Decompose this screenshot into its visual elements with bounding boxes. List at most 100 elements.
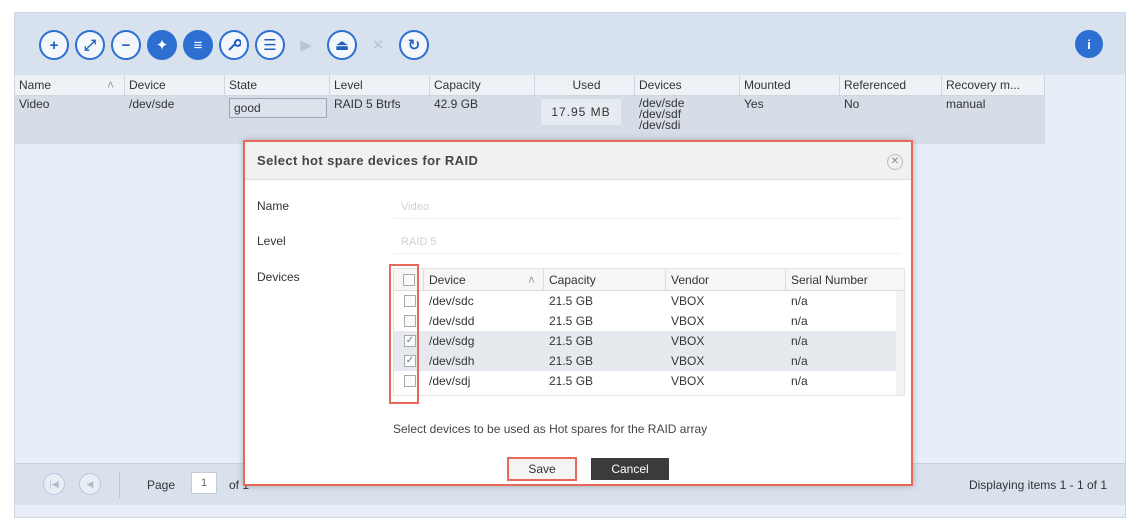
toolbar: + ⤢ − ✦ ≡ ☰ ▶ ⏏ ✕ ↻ i <box>15 13 1125 75</box>
cell-referenced: No <box>844 97 860 111</box>
device-row-sdc[interactable]: /dev/sdc 21.5 GB VBOX n/a <box>394 291 904 311</box>
puzzle-icon: ✦ <box>155 37 169 54</box>
remove-button[interactable]: − <box>111 30 141 60</box>
name-field[interactable]: Video <box>393 195 901 219</box>
column-used[interactable]: Used <box>535 75 635 96</box>
column-label: State <box>229 78 258 92</box>
prev-page-button[interactable]: ◀ <box>79 473 101 495</box>
device-row-sdj[interactable]: /dev/sdj 21.5 GB VBOX n/a <box>394 371 904 391</box>
list-icon: ☰ <box>263 37 277 54</box>
prev-page-icon: ◀ <box>86 479 94 489</box>
sort-icon: ˄ <box>528 273 536 287</box>
cell-capacity: 21.5 GB <box>549 334 594 348</box>
cell-device: /dev/sdh <box>429 354 475 368</box>
plugin-button[interactable]: ✦ <box>147 30 177 60</box>
cell-capacity: 21.5 GB <box>549 314 594 328</box>
save-button[interactable]: Save <box>507 457 577 481</box>
cell-device: /dev/sdj <box>429 374 471 388</box>
cell-mounted: Yes <box>744 97 764 111</box>
device-row-sdd[interactable]: /dev/sdd 21.5 GB VBOX n/a <box>394 311 904 331</box>
sort-icon: ˄ <box>107 78 115 92</box>
column-label: Device <box>129 78 166 92</box>
name-label: Name <box>257 199 290 213</box>
storage-button[interactable]: ≡ <box>183 30 213 60</box>
app-frame: + ⤢ − ✦ ≡ ☰ ▶ ⏏ ✕ ↻ i Name ˄ Device Stat… <box>14 12 1126 518</box>
tools-button[interactable] <box>219 30 249 60</box>
cell-name: Video <box>19 97 50 111</box>
cell-vendor: VBOX <box>671 334 705 348</box>
close-icon[interactable]: ✕ <box>887 154 903 170</box>
column-label: Capacity <box>549 273 596 287</box>
col-vendor[interactable]: Vendor <box>666 269 786 291</box>
cell-serial: n/a <box>791 374 808 388</box>
page-input[interactable]: 1 <box>191 472 217 494</box>
cell-serial: n/a <box>791 334 808 348</box>
column-name[interactable]: Name ˄ <box>15 75 125 96</box>
first-page-button[interactable]: |◀ <box>43 473 65 495</box>
column-level[interactable]: Level <box>330 75 430 96</box>
column-label: Vendor <box>671 273 710 287</box>
column-label: Capacity <box>434 78 481 92</box>
checkbox-column-highlight <box>389 264 419 404</box>
column-label: Recovery m... <box>946 78 1021 92</box>
cell-capacity: 42.9 GB <box>434 97 479 111</box>
column-capacity[interactable]: Capacity <box>430 75 535 96</box>
cell-vendor: VBOX <box>671 374 705 388</box>
dialog-header: Select hot spare devices for RAID ✕ <box>245 142 911 180</box>
cell-device: /dev/sde <box>129 97 175 111</box>
level-label: Level <box>257 234 286 248</box>
column-referenced[interactable]: Referenced <box>840 75 942 96</box>
col-serial[interactable]: Serial Number <box>786 269 904 291</box>
info-button[interactable]: i <box>1075 30 1103 58</box>
devices-table: Device ˄ Capacity Vendor Serial Number /… <box>393 268 905 396</box>
device-entry: /dev/sdi <box>639 118 681 132</box>
expand-button[interactable]: ⤢ <box>75 30 105 60</box>
eject-icon: ⏏ <box>334 37 350 54</box>
level-field[interactable]: RAID 5 <box>393 230 901 254</box>
display-status: Displaying items 1 - 1 of 1 <box>968 478 1107 492</box>
cell-capacity: 21.5 GB <box>549 294 594 308</box>
column-recovery[interactable]: Recovery m... <box>942 75 1045 96</box>
expand-icon: ⤢ <box>83 36 96 54</box>
refresh-icon: ↻ <box>407 37 421 54</box>
start-button[interactable]: ▶ <box>291 30 321 60</box>
cell-capacity: 21.5 GB <box>549 374 594 388</box>
table-row[interactable]: Video /dev/sde good RAID 5 Btrfs 42.9 GB… <box>15 96 1045 144</box>
column-label: Serial Number <box>791 273 868 287</box>
table-scrollbar[interactable] <box>896 291 904 395</box>
column-devices[interactable]: Devices <box>635 75 740 96</box>
database-icon: ≡ <box>193 36 203 54</box>
column-label: Level <box>334 78 363 92</box>
devices-table-header: Device ˄ Capacity Vendor Serial Number <box>394 269 904 291</box>
cancel-button[interactable]: Cancel <box>591 458 669 480</box>
column-label: Device <box>429 273 466 287</box>
play-icon: ▶ <box>300 37 312 54</box>
dialog-hint: Select devices to be used as Hot spares … <box>393 422 708 436</box>
cell-device: /dev/sdg <box>429 334 475 348</box>
pager-divider <box>119 472 120 498</box>
close-icon: ✕ <box>371 37 385 54</box>
add-button[interactable]: + <box>39 30 69 60</box>
column-label: Referenced <box>844 78 907 92</box>
page-label: Page <box>147 478 176 492</box>
hot-spare-dialog: Select hot spare devices for RAID ✕ Name… <box>243 140 913 486</box>
refresh-button[interactable]: ↻ <box>399 30 429 60</box>
cell-capacity: 21.5 GB <box>549 354 594 368</box>
column-state[interactable]: State <box>225 75 330 96</box>
col-capacity[interactable]: Capacity <box>544 269 666 291</box>
details-button[interactable]: ☰ <box>255 30 285 60</box>
column-label: Name <box>19 78 52 92</box>
column-device[interactable]: Device <box>125 75 225 96</box>
column-label: Used <box>572 78 601 92</box>
col-device[interactable]: Device ˄ <box>424 269 544 291</box>
wrench-icon <box>228 38 241 51</box>
column-mounted[interactable]: Mounted <box>740 75 840 96</box>
cell-serial: n/a <box>791 294 808 308</box>
delete-button[interactable]: ✕ <box>363 30 393 60</box>
device-row-sdh[interactable]: ✓ /dev/sdh 21.5 GB VBOX n/a <box>394 351 904 371</box>
device-row-sdg[interactable]: ✓ /dev/sdg 21.5 GB VBOX n/a <box>394 331 904 351</box>
eject-button[interactable]: ⏏ <box>327 30 357 60</box>
info-icon: i <box>1087 36 1091 52</box>
cell-recovery: manual <box>946 97 986 111</box>
cell-serial: n/a <box>791 314 808 328</box>
